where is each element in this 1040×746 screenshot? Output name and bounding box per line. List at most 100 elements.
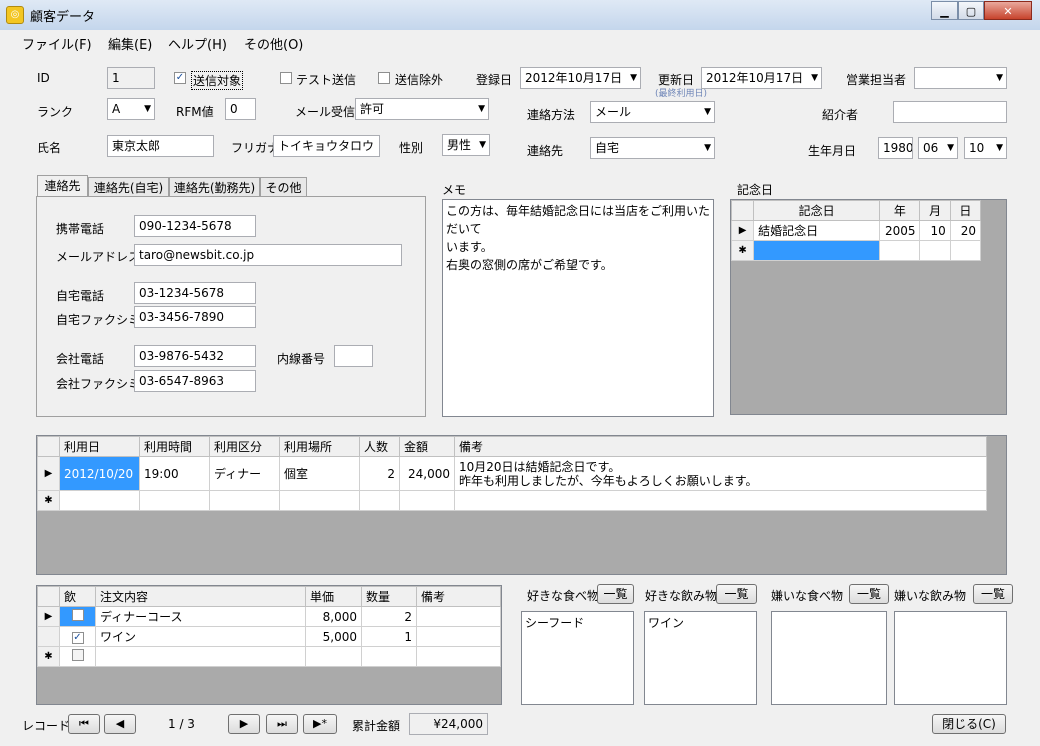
home-tel-field[interactable]: 03-1234-5678 <box>134 282 256 304</box>
order-note-cell[interactable] <box>416 606 501 627</box>
order-note-cell[interactable] <box>416 626 501 647</box>
upd-date-picker[interactable]: 2012年10月17日 ▼ <box>701 67 822 89</box>
drink-checkbox[interactable] <box>71 609 84 621</box>
usage-type-cell[interactable]: ディナー <box>209 456 280 491</box>
close-window-button[interactable]: ✕ <box>984 1 1032 20</box>
sales-select[interactable]: ▼ <box>914 67 1007 89</box>
order-item-cell[interactable]: ディナーコース <box>95 606 306 627</box>
current-row-icon: ▶ <box>730 220 755 241</box>
home-fax-field[interactable]: 03-3456-7890 <box>134 306 256 328</box>
usage-time-cell[interactable]: 19:00 <box>139 456 210 491</box>
close-button[interactable]: 閉じる(C) <box>932 714 1006 734</box>
menu-other[interactable]: その他(O) <box>244 34 303 53</box>
next-record-button[interactable]: ▶ <box>228 714 260 734</box>
reg-date-label: 登録日 <box>476 73 513 87</box>
work-fax-field[interactable]: 03-6547-8963 <box>134 370 256 392</box>
home-tel-label: 自宅電話 <box>56 289 105 303</box>
chevron-down-icon: ▼ <box>996 73 1003 83</box>
likes-drink-list[interactable]: ワイン <box>644 611 757 705</box>
tab-other[interactable]: その他 <box>260 177 307 197</box>
tab-contact[interactable]: 連絡先 <box>37 175 88 197</box>
order-qty-cell[interactable]: 1 <box>361 626 417 647</box>
order-drink-cell[interactable] <box>59 606 96 627</box>
order-item-cell[interactable]: ワイン <box>95 626 306 647</box>
usage-place-cell[interactable]: 個室 <box>279 456 360 491</box>
new-row[interactable]: ✱ <box>730 240 982 261</box>
name-field[interactable]: 東京太郎 <box>107 135 214 157</box>
birth-month-select[interactable]: 06 ▼ <box>918 137 958 159</box>
reg-date-picker[interactable]: 2012年10月17日 ▼ <box>520 67 641 89</box>
dislikes-food-list[interactable] <box>771 611 887 705</box>
id-field: 1 <box>107 67 155 89</box>
exclude-label: 送信除外 <box>395 73 444 87</box>
new-row[interactable]: ✱ <box>37 490 987 511</box>
new-record-button[interactable]: ▶* <box>303 714 337 734</box>
usage-note-cell[interactable]: 10月20日は結婚記念日です。 昨年も利用しましたが、今年もよろしくお願いします… <box>454 456 987 491</box>
likes-food-list-button[interactable]: 一覧 <box>597 584 634 604</box>
last-record-button[interactable]: ⏭ <box>266 714 298 734</box>
table-row[interactable]: ✓ ワイン 5,000 1 <box>37 626 501 647</box>
usage-people-cell[interactable]: 2 <box>359 456 400 491</box>
chevron-down-icon: ▼ <box>630 73 637 83</box>
record-position: 1 / 3 <box>168 717 195 731</box>
usage-amount-cell[interactable]: 24,000 <box>399 456 455 491</box>
table-row[interactable]: ▶ ディナーコース 8,000 2 <box>37 606 501 627</box>
likes-drink-list-button[interactable]: 一覧 <box>716 584 757 604</box>
grid-corner <box>730 200 755 221</box>
exclude-checkbox[interactable] <box>378 72 390 84</box>
anniv-month-cell[interactable]: 10 <box>919 220 951 241</box>
order-qty-cell[interactable]: 2 <box>361 606 417 627</box>
test-send-checkbox[interactable] <box>280 72 292 84</box>
send-target-checkbox[interactable]: ✓ <box>174 72 186 84</box>
order-price-cell[interactable]: 8,000 <box>305 606 362 627</box>
grid-corner <box>37 586 60 607</box>
prev-record-button[interactable]: ◀ <box>104 714 136 734</box>
orders-grid: 飲 注文内容 単価 数量 備考 ▶ ディナーコース 8,000 2 ✓ ワイン … <box>37 586 501 667</box>
drink-checkbox[interactable] <box>71 649 84 661</box>
birth-day-select[interactable]: 10 ▼ <box>964 137 1007 159</box>
menu-help[interactable]: ヘルプ(H) <box>168 34 227 53</box>
order-drink-cell[interactable]: ✓ <box>59 626 96 647</box>
birth-year-field[interactable]: 1980 <box>878 137 913 159</box>
new-row-icon: ✱ <box>37 490 60 511</box>
order-price-cell[interactable]: 5,000 <box>305 626 362 647</box>
anniv-new-cell[interactable] <box>753 240 881 261</box>
referrer-field[interactable] <box>893 101 1007 123</box>
rank-select[interactable]: A ▼ <box>107 98 155 120</box>
anniv-name-cell[interactable]: 結婚記念日 <box>753 220 881 241</box>
gender-select[interactable]: 男性 ▼ <box>442 134 490 156</box>
drink-checkbox[interactable]: ✓ <box>71 632 84 644</box>
maximize-button[interactable]: ▢ <box>958 1 984 20</box>
menu-file[interactable]: ファイル(F) <box>22 34 92 53</box>
orders-header-qty: 数量 <box>361 586 417 607</box>
new-row[interactable]: ✱ <box>37 646 501 667</box>
first-record-button[interactable]: ⏮ <box>68 714 100 734</box>
kana-field[interactable]: トイキョウタロウ <box>273 135 380 157</box>
menu-bar <box>0 30 1040 54</box>
email-field[interactable]: taro@newsbit.co.jp <box>134 244 402 266</box>
minimize-button[interactable]: ▁ <box>931 1 958 20</box>
likes-food-list[interactable]: シーフード <box>521 611 634 705</box>
memo-textarea[interactable]: この方は、毎年結婚記念日には当店をご利用いただいて います。 右奥の窓側の席がご… <box>442 199 714 417</box>
mail-select[interactable]: 許可 ▼ <box>355 98 489 120</box>
table-row[interactable]: ▶ 結婚記念日 2005 10 20 <box>730 220 982 241</box>
contact-method-select[interactable]: メール ▼ <box>590 101 715 123</box>
work-tel-field[interactable]: 03-9876-5432 <box>134 345 256 367</box>
dislikes-food-list-button[interactable]: 一覧 <box>849 584 889 604</box>
table-row[interactable]: ▶ 2012/10/20 19:00 ディナー 個室 2 24,000 10月2… <box>37 456 987 491</box>
tab-contact-work[interactable]: 連絡先(勤務先) <box>169 177 260 197</box>
anniv-year-cell[interactable]: 2005 <box>879 220 921 241</box>
chevron-down-icon: ▼ <box>947 143 954 153</box>
anniv-day-cell[interactable]: 20 <box>949 220 982 241</box>
usage-date-cell[interactable]: 2012/10/20 <box>59 456 140 491</box>
tab-contact-home[interactable]: 連絡先(自宅) <box>88 177 169 197</box>
contact-select[interactable]: 自宅 ▼ <box>590 137 715 159</box>
rfm-field[interactable]: 0 <box>225 98 256 120</box>
dislikes-drink-list[interactable] <box>894 611 1007 705</box>
menu-edit[interactable]: 編集(E) <box>108 34 152 53</box>
ext-field[interactable] <box>334 345 373 367</box>
mobile-field[interactable]: 090-1234-5678 <box>134 215 256 237</box>
dislikes-drink-list-button[interactable]: 一覧 <box>973 584 1013 604</box>
usage-grid: 利用日 利用時間 利用区分 利用場所 人数 金額 備考 ▶ 2012/10/20… <box>37 436 987 511</box>
chevron-down-icon: ▼ <box>704 107 711 117</box>
